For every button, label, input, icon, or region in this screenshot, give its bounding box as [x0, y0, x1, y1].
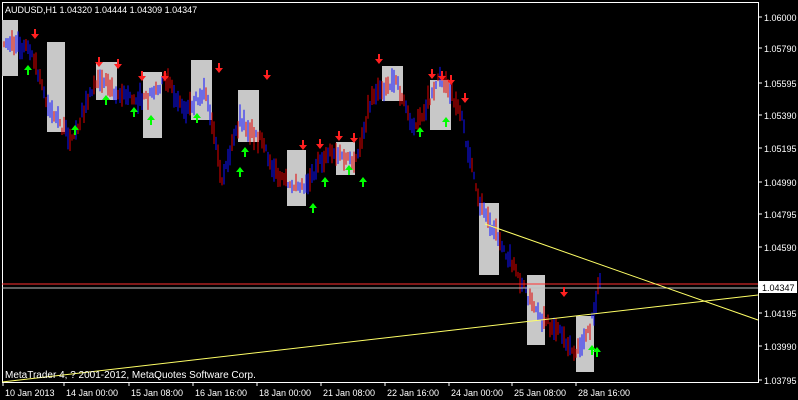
arrow-up-icon	[359, 177, 367, 187]
y-tick-label: 1.03795	[764, 376, 797, 386]
arrow-down-icon	[263, 70, 271, 80]
arrow-down-icon	[316, 139, 324, 149]
arrow-down-icon	[335, 131, 343, 141]
y-tick-label: 1.04195	[764, 309, 797, 319]
x-tick-label: 24 Jan 00:00	[451, 388, 503, 398]
arrow-down-icon	[438, 71, 446, 81]
trendline	[484, 223, 759, 321]
trendline	[1, 294, 759, 383]
y-tick-label: 1.05790	[764, 44, 797, 54]
arrow-down-icon	[215, 63, 223, 73]
arrow-up-icon	[130, 107, 138, 117]
symbol-header: AUDUSD,H1 1.04320 1.04444 1.04309 1.0434…	[5, 5, 197, 15]
y-tick-label: 1.05390	[764, 111, 797, 121]
arrow-down-icon	[350, 133, 358, 143]
arrow-down-icon	[428, 69, 436, 79]
y-tick-label: 1.05195	[764, 144, 797, 154]
x-tick-label: 21 Jan 08:00	[323, 388, 375, 398]
price-chart[interactable]: 1.06000 1.05790 1.05595 1.05390 1.05195 1.049…	[0, 0, 798, 400]
copyright-text: MetaTrader 4, ? 2001-2012, MetaQuotes So…	[5, 370, 256, 381]
arrow-down-icon	[299, 140, 307, 150]
arrow-up-icon	[24, 65, 32, 75]
highlight-box	[576, 316, 594, 372]
x-tick-label: 22 Jan 16:00	[387, 388, 439, 398]
x-tick-label: 25 Jan 08:00	[514, 388, 566, 398]
arrow-up-icon	[321, 177, 329, 187]
y-tick-label: 1.04590	[764, 243, 797, 253]
y-tick-label: 1.05595	[764, 79, 797, 89]
highlight-box	[143, 72, 162, 138]
y-tick-label: 1.06000	[764, 13, 797, 23]
current-price-label: 1.04347	[762, 283, 795, 293]
arrow-up-icon	[236, 167, 244, 177]
y-tick-label: 1.04795	[764, 210, 797, 220]
y-tick-label: 1.03990	[764, 342, 797, 352]
x-tick-label: 15 Jan 08:00	[131, 388, 183, 398]
x-tick-label: 16 Jan 16:00	[195, 388, 247, 398]
arrow-up-icon	[416, 127, 424, 137]
x-tick-label: 28 Jan 16:00	[578, 388, 630, 398]
y-tick-label: 1.04990	[764, 178, 797, 188]
arrow-down-icon	[375, 54, 383, 64]
x-tick-label: 18 Jan 00:00	[259, 388, 311, 398]
chart-window[interactable]: 1.06000 1.05790 1.05595 1.05390 1.05195 1.049…	[0, 0, 798, 400]
arrow-up-icon	[241, 147, 249, 157]
arrow-down-icon	[461, 93, 469, 103]
x-tick-label: 14 Jan 00:00	[66, 388, 118, 398]
arrow-up-icon	[309, 203, 317, 213]
x-tick-label: 10 Jan 2013	[5, 388, 55, 398]
arrow-down-icon	[31, 29, 39, 39]
